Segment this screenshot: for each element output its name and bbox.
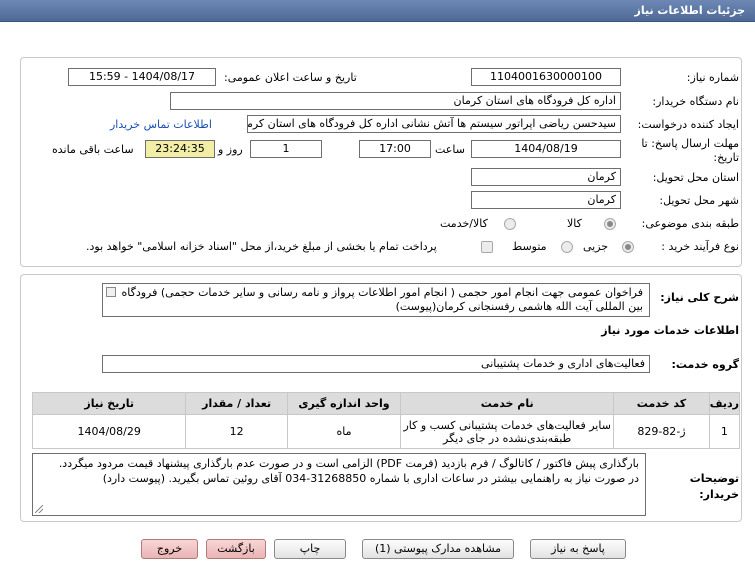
deadline-date-label: تاریخ: — [713, 151, 739, 164]
city-field[interactable]: کرمان — [471, 191, 621, 209]
deadline-time-field[interactable]: 17:00 — [359, 140, 431, 158]
category-goods-services-label: کالا/خدمت — [440, 217, 488, 230]
textarea-scroll-handle[interactable] — [106, 287, 116, 297]
category-goods-services-radio[interactable] — [504, 218, 516, 230]
cell-code: ژ-82-829 — [613, 414, 710, 449]
view-attachments-button[interactable]: مشاهده مدارک پیوستی (1) — [362, 539, 514, 559]
buyer-org-label: نام دستگاه خریدار: — [652, 95, 739, 108]
window-title: جزئیات اطلاعات نیاز — [634, 4, 746, 17]
deadline-label: مهلت ارسال پاسخ: تا — [641, 137, 739, 150]
service-group-label: گروه خدمت: — [671, 358, 739, 371]
treasury-payment-note: پرداخت تمام یا بخشی از مبلغ خرید،از محل … — [86, 240, 437, 253]
cell-qty: 12 — [185, 414, 288, 449]
print-button[interactable]: چاپ — [274, 539, 346, 559]
col-row-header: ردیف — [708, 392, 741, 415]
col-qty-header: تعداد / مقدار — [185, 392, 288, 415]
cell-name: سایر فعالیت‌های خدمات پشتیبانی کسب و کار… — [400, 414, 615, 449]
cell-row: 1 — [708, 414, 741, 449]
need-summary-content: فراخوان عمومی جهت انجام امور حجمی ( انجا… — [121, 286, 643, 313]
buyer-notes-line1: بارگذاری پیش فاکتور / کاتالوگ / فرم بازد… — [58, 457, 639, 470]
services-section-title: اطلاعات خدمات مورد نیاز — [601, 324, 739, 337]
remaining-time-label: ساعت باقی مانده — [52, 143, 134, 156]
province-label: استان محل تحویل: — [652, 171, 739, 184]
category-goods-radio[interactable] — [604, 218, 616, 230]
treasury-payment-checkbox[interactable] — [481, 241, 493, 253]
announce-label: تاریخ و ساعت اعلان عمومی: — [224, 71, 357, 84]
col-unit-header: واحد اندازه گیری — [286, 392, 402, 415]
back-button[interactable]: بازگشت — [206, 539, 266, 559]
deadline-time-label: ساعت — [435, 143, 465, 156]
category-label: طبقه بندی موضوعی: — [641, 217, 739, 230]
announce-datetime-field[interactable]: 1404/08/17 - 15:59 — [68, 68, 216, 86]
cell-unit: ماه — [286, 414, 402, 449]
col-date-header: تاریخ نیاز — [31, 392, 187, 415]
deadline-date-field[interactable]: 1404/08/19 — [471, 140, 621, 158]
days-remaining-field[interactable]: 1 — [250, 140, 322, 158]
process-minor-label: جزیی — [583, 240, 609, 253]
reply-button[interactable]: پاسخ به نیاز — [530, 539, 626, 559]
buyer-notes-label: توضیحات — [689, 472, 739, 485]
service-group-field[interactable]: فعالیت‌های اداری و خدمات پشتیبانی — [102, 355, 650, 373]
col-code-header: کد خدمت — [613, 392, 710, 415]
need-info-panel — [20, 57, 742, 267]
table-header-row: ردیف کد خدمت نام خدمت واحد اندازه گیری ت… — [31, 392, 741, 415]
buyer-notes-text[interactable]: بارگذاری پیش فاکتور / کاتالوگ / فرم بازد… — [32, 453, 646, 516]
process-medium-radio[interactable] — [561, 241, 573, 253]
exit-button[interactable]: خروج — [141, 539, 198, 559]
need-summary-text[interactable]: فراخوان عمومی جهت انجام امور حجمی ( انجا… — [102, 283, 650, 317]
col-name-header: نام خدمت — [400, 392, 615, 415]
creator-label: ایجاد کننده درخواست: — [637, 118, 739, 131]
resize-handle-icon[interactable] — [35, 505, 43, 513]
buyer-notes-line2: در صورت نیاز به راهنمایی بیشتر در ساعات … — [102, 472, 639, 485]
city-label: شهر محل تحویل: — [659, 194, 739, 207]
province-field[interactable]: کرمان — [471, 168, 621, 186]
buyer-org-field[interactable]: اداره کل فرودگاه های استان کرمان — [170, 92, 621, 110]
process-minor-radio[interactable] — [622, 241, 634, 253]
category-goods-label: کالا — [567, 217, 582, 230]
services-table: ردیف کد خدمت نام خدمت واحد اندازه گیری ت… — [31, 392, 741, 449]
days-label: روز و — [218, 143, 243, 156]
need-number-field[interactable]: 1104001630000100 — [471, 68, 621, 86]
process-label: نوع فرآیند خرید : — [661, 240, 739, 253]
process-medium-label: متوسط — [512, 240, 547, 253]
buyer-contact-link[interactable]: اطلاعات تماس خریدار — [110, 118, 212, 131]
remaining-time-field: 23:24:35 — [145, 140, 215, 158]
table-row[interactable]: 1 ژ-82-829 سایر فعالیت‌های خدمات پشتیبان… — [31, 414, 741, 449]
need-number-label: شماره نیاز: — [686, 71, 739, 84]
cell-name-line2: طبقه‌بندی‌نشده در جای دیگر — [443, 431, 572, 445]
cell-date: 1404/08/29 — [31, 414, 187, 449]
cell-name-line1: سایر فعالیت‌های خدمات پشتیبانی کسب و کار — [403, 418, 611, 432]
creator-field[interactable]: سیدحسن ریاضی اپراتور سیستم ها آتش نشانی … — [247, 115, 621, 133]
buyer-notes-label-2: خریدار: — [699, 488, 739, 501]
window-titlebar: جزئیات اطلاعات نیاز — [0, 0, 755, 22]
need-summary-label: شرح کلی نیاز: — [660, 291, 739, 304]
